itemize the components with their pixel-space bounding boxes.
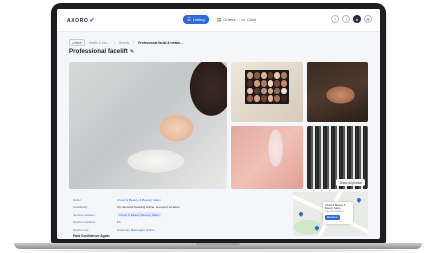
laptop-notch (196, 243, 240, 246)
gallery-photo-brushes[interactable]: Show all photos (307, 126, 368, 189)
breadcrumb-separator: › (114, 40, 116, 45)
detail-value: On-demand booking online, at expert loca… (117, 205, 180, 210)
detail-label: Availability (73, 205, 88, 210)
top-right-actions: ? ♪ ● ⚙ (331, 15, 372, 23)
notification-bell-icon[interactable]: ♪ (342, 15, 350, 23)
location-chip[interactable]: Cloud & Beauty Beauty Salon (117, 212, 162, 218)
detail-row: Availability On-demand booking online, a… (73, 204, 283, 212)
directions-button[interactable]: Directions (325, 215, 340, 220)
list-icon: ☰ (187, 16, 192, 22)
top-navigation: AXORO✔ ☰ Listing ▤ Orders ▭ Chat ? ♪ ● ⚙ (57, 9, 380, 32)
settings-gear-icon[interactable]: ⚙ (364, 15, 372, 23)
laptop-shadow (30, 249, 406, 252)
section-heading: Fast Confidence Again (73, 234, 110, 238)
detail-link[interactable]: Cosmetic Massages Online (117, 228, 155, 232)
page-title: Professional facelift (69, 48, 128, 55)
chat-icon: ▭ (241, 16, 246, 22)
service-details: Seller Cloud & Beauty & Beauty Salon Ava… (73, 196, 283, 234)
gallery-photo-hands[interactable] (307, 62, 368, 122)
gallery-photo-palette[interactable] (231, 62, 303, 122)
breadcrumb-separator: › (133, 40, 135, 45)
breadcrumb-item[interactable]: Beauty (119, 41, 129, 45)
detail-label: Service location (73, 212, 95, 217)
gallery-photo-main[interactable] (69, 62, 227, 189)
nav-item-orders[interactable]: ▤ Orders (213, 15, 240, 24)
avatar[interactable]: ● (353, 15, 361, 23)
back-button[interactable]: ◂ Back (69, 39, 85, 46)
map-pin-icon[interactable] (356, 197, 362, 203)
show-all-photos-button[interactable]: Show all photos (336, 179, 365, 186)
map-pin-icon[interactable] (314, 225, 320, 231)
nav-item-chat[interactable]: ▭ Chat (237, 15, 260, 24)
nav-item-listing[interactable]: ☰ Listing (183, 15, 209, 24)
detail-label: Seller (73, 197, 81, 202)
detail-row: Service fee Cosmetic Massages Online (73, 226, 283, 234)
detail-label: Service fee (73, 227, 89, 232)
page-title-wrap: Professional facelift ✎ (69, 48, 134, 55)
logo-text: AXORO (67, 18, 89, 24)
orders-icon: ▤ (217, 16, 222, 22)
nav-item-label: Orders (223, 17, 236, 22)
map-pin-icon[interactable] (298, 211, 304, 217)
nav-item-label: Chat (247, 17, 256, 22)
breadcrumb-item[interactable]: Health & Lea… (89, 41, 111, 45)
detail-label: Service duration (73, 220, 96, 225)
map-info-card: Cloud & Beauty & Beauty Salon Service lo… (323, 202, 353, 224)
seller-link[interactable]: Cloud & Beauty & Beauty Salon (117, 198, 161, 202)
breadcrumb: ◂ Back Health & Lea… › Beauty › Professi… (69, 39, 183, 46)
location-map[interactable]: Cloud & Beauty & Beauty Salon Service lo… (293, 192, 368, 236)
detail-row: Service location Cloud & Beauty Beauty S… (73, 211, 283, 219)
detail-row: Service duration 1h (73, 219, 283, 227)
edit-icon[interactable]: ✎ (130, 49, 134, 55)
laptop-screen: AXORO✔ ☰ Listing ▤ Orders ▭ Chat ? ♪ ● ⚙… (57, 9, 380, 239)
gallery-photo-cream[interactable] (231, 126, 303, 189)
eyeshadow-palette-image (245, 70, 289, 104)
map-card-subtitle: Service location (325, 210, 344, 213)
detail-value: 1h (117, 220, 121, 225)
help-icon[interactable]: ? (331, 15, 339, 23)
brand-logo[interactable]: AXORO✔ (67, 17, 95, 24)
nav-item-label: Listing (193, 17, 205, 22)
detail-row: Seller Cloud & Beauty & Beauty Salon (73, 196, 283, 204)
logo-check-icon: ✔ (89, 18, 95, 24)
breadcrumb-current: Professional facial & treatm… (138, 40, 184, 45)
